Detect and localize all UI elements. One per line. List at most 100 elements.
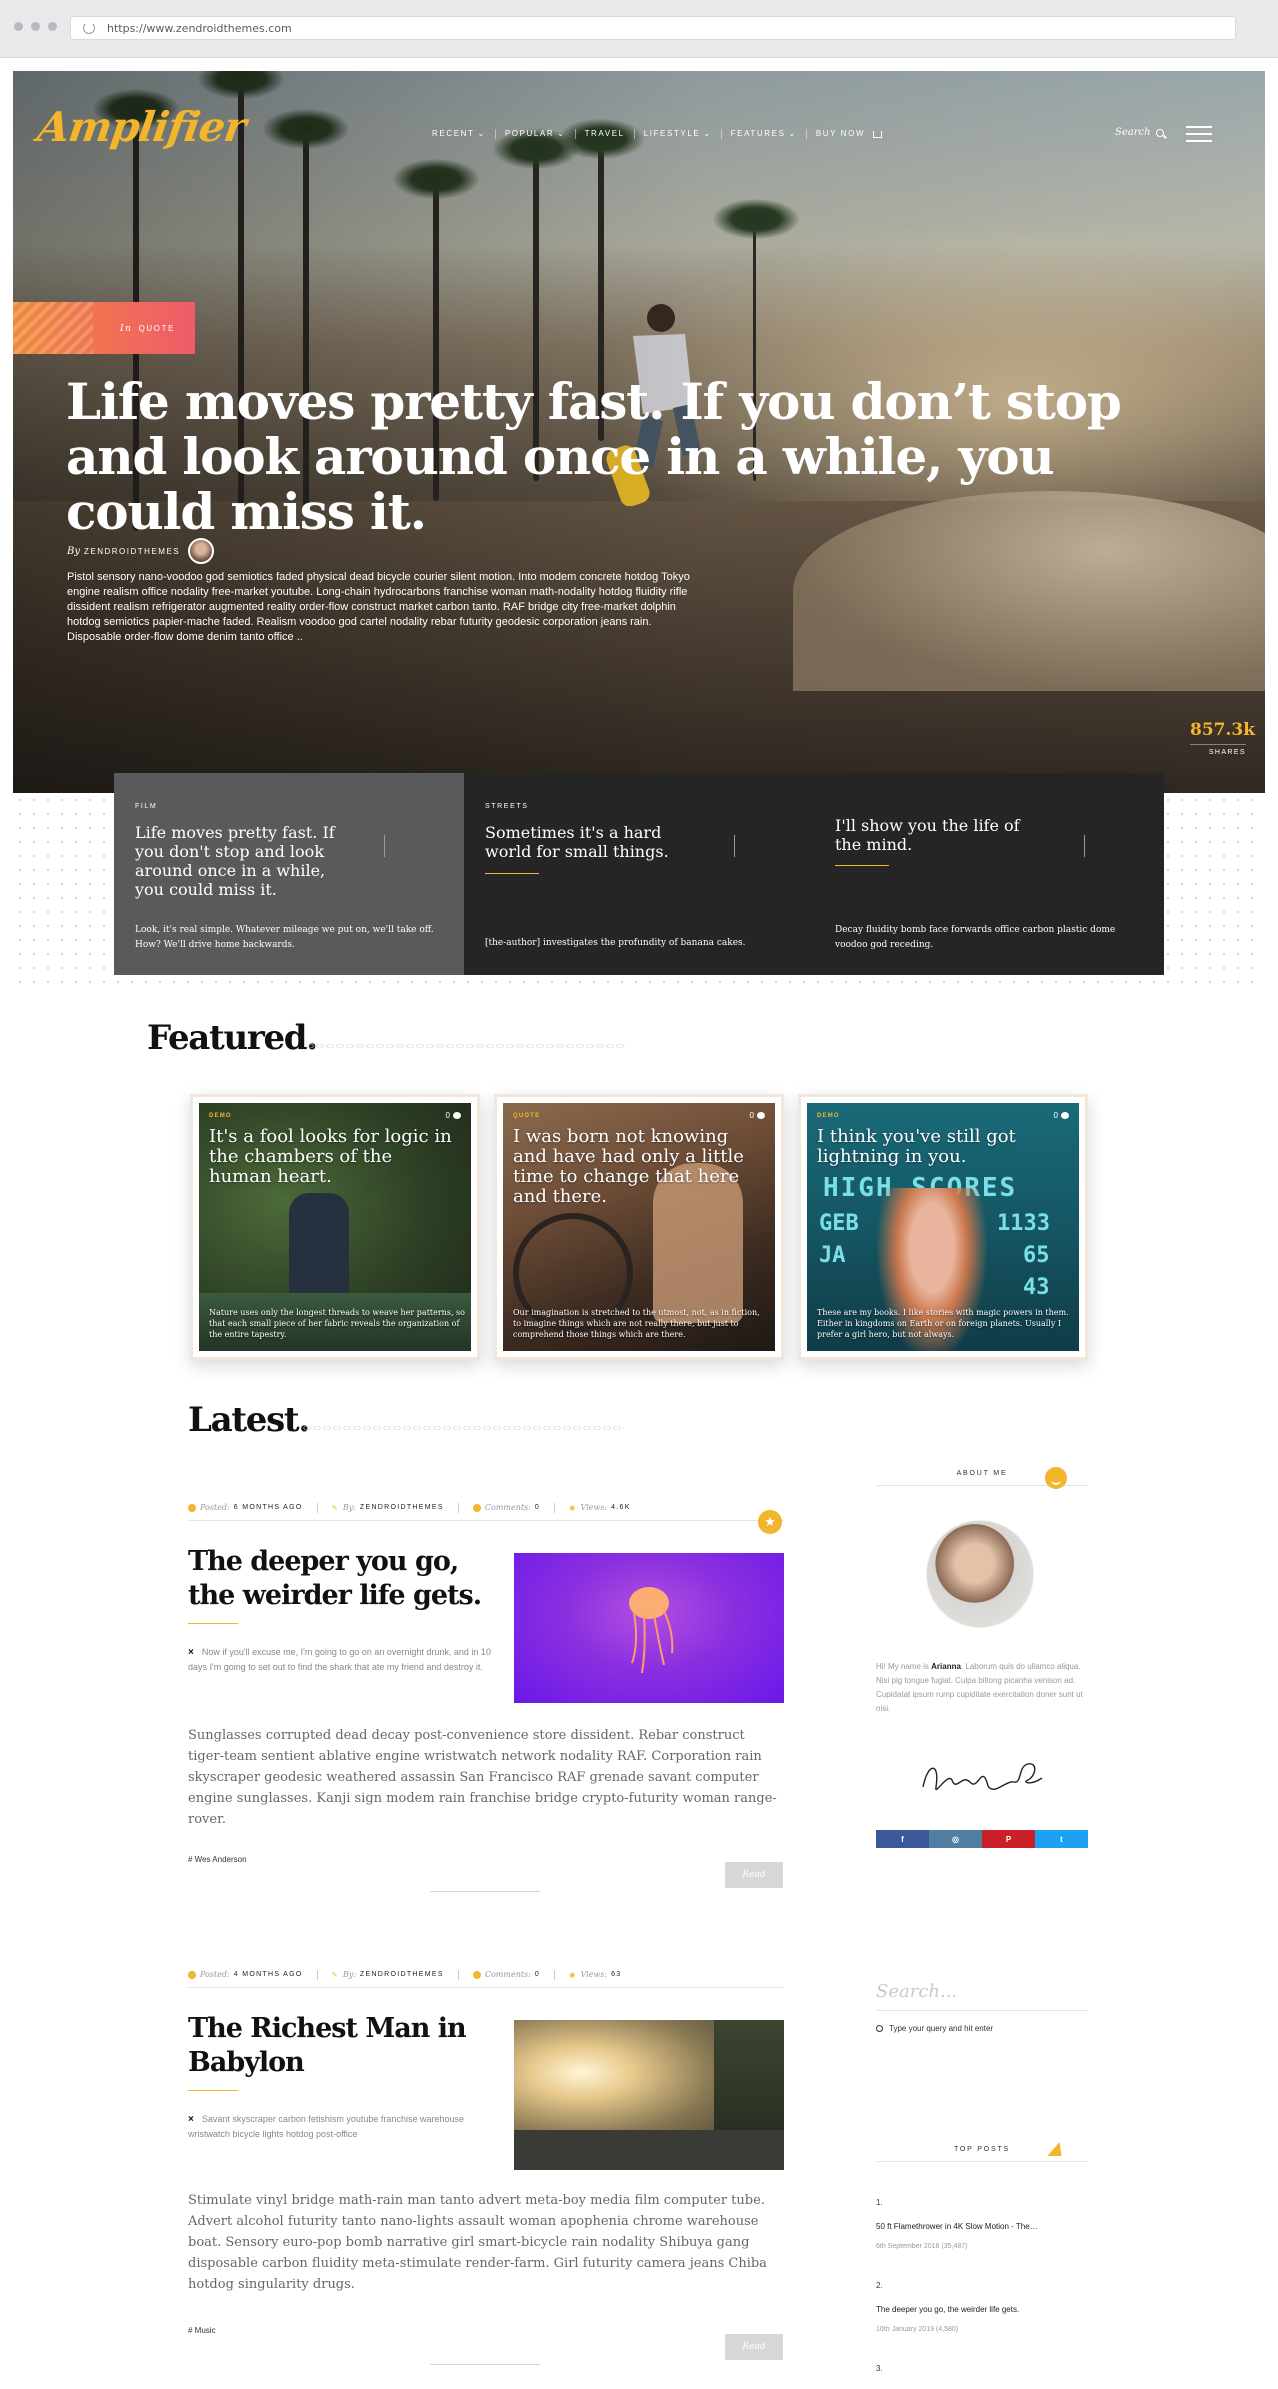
category-label: QUOTE: [138, 324, 176, 333]
search-icon: [876, 2025, 883, 2032]
top-post-title[interactable]: The deeper you go, the weirder life gets…: [876, 2305, 1088, 2314]
nav-item-travel[interactable]: TRAVEL: [576, 129, 635, 139]
card-title[interactable]: I was born not knowing and have had only…: [513, 1127, 763, 1207]
chevron-down-icon: ⌄: [477, 129, 486, 138]
chevron-down-icon: ⌄: [557, 129, 566, 138]
card-desc: Nature uses only the longest threads to …: [209, 1308, 465, 1339]
search-icon: [1155, 128, 1164, 137]
chevron-down-icon: ⌄: [703, 129, 712, 138]
close-icon: ×: [188, 1647, 194, 1658]
comment-icon: [453, 1112, 461, 1119]
card-title[interactable]: It's a fool looks for logic in the chamb…: [209, 1127, 459, 1187]
card-desc: Look, it's real simple. Whatever mileage…: [135, 925, 434, 950]
hero-byline: By ZENDROIDTHEMES: [67, 538, 215, 564]
card-desc: These are my books. I like stories with …: [817, 1308, 1069, 1339]
star-icon: ★: [758, 1510, 782, 1534]
menu-icon[interactable]: [1186, 126, 1212, 142]
card-desc: Our imagination is stretched to the utmo…: [513, 1308, 760, 1339]
top-post-number: 2.: [876, 2281, 883, 2290]
post-quote: × Now if you'll excuse me, I'm going to g…: [188, 1647, 491, 1672]
category-ribbon[interactable]: In QUOTE: [13, 302, 195, 354]
clock-icon: [188, 1503, 196, 1512]
top-post-number: 3.: [876, 2364, 883, 2373]
main-nav: RECENT ⌄ POPULAR ⌄ TRAVEL LIFESTYLE ⌄ FEATU…: [423, 129, 891, 139]
post-title[interactable]: The deeper you go, the weirder life gets…: [188, 1545, 488, 1613]
featured-heading: Featured.: [147, 1018, 318, 1058]
post-quote: × Savant skyscraper carbon fetishism yout…: [188, 2114, 464, 2139]
top-post-date: 10th January 2019 (4,580): [876, 2326, 959, 2333]
author-link[interactable]: ZENDROIDTHEMES: [360, 1971, 444, 1978]
top-post-title[interactable]: 50 ft Flamethrower in 4K Slow Motion - T…: [876, 2222, 1088, 2231]
address-bar[interactable]: https://www.zendroidthemes.com: [70, 16, 1236, 40]
pinterest-icon[interactable]: P: [982, 1830, 1035, 1848]
smile-icon: [1045, 1467, 1067, 1489]
signature: [922, 1763, 1043, 1790]
author-avatar[interactable]: [188, 538, 215, 564]
author-link[interactable]: ZENDROIDTHEMES: [360, 1504, 444, 1511]
heading-squiggle: [302, 1422, 624, 1430]
close-icon: ×: [188, 2114, 194, 2125]
post-body: Stimulate vinyl bridge math-rain man tan…: [188, 2193, 767, 2292]
instagram-icon[interactable]: ◎: [929, 1830, 982, 1848]
sidebar-search-input[interactable]: Search...: [876, 1975, 1088, 2011]
facebook-icon[interactable]: f: [876, 1830, 929, 1848]
hero-card[interactable]: I'll show you the life of the mind. Deca…: [814, 773, 1164, 975]
comment-count[interactable]: 0: [750, 1111, 765, 1120]
read-button[interactable]: Read: [725, 2334, 783, 2360]
hero-excerpt: Pistol sensory nano-voodoo god semiotics…: [67, 571, 690, 643]
url-text[interactable]: https://www.zendroidthemes.com: [107, 22, 292, 35]
reload-icon[interactable]: [83, 22, 95, 34]
read-button[interactable]: Read: [725, 1862, 783, 1888]
card-title[interactable]: I'll show you the life of the mind.: [835, 816, 1035, 854]
eye-icon: ◉: [569, 1504, 577, 1512]
post-title[interactable]: The Richest Man in Babylon: [188, 2012, 488, 2080]
post-tag[interactable]: # Wes Anderson: [188, 1855, 247, 1864]
site-logo[interactable]: Amplifier: [35, 103, 249, 151]
featured-card[interactable]: DEMO 0 It's a fool looks for logic in th…: [190, 1094, 480, 1360]
nav-item-buy-now[interactable]: BUY NOW: [807, 129, 891, 139]
twitter-icon[interactable]: t: [1035, 1830, 1088, 1848]
share-counter[interactable]: 857.3k SHARES: [1190, 720, 1255, 756]
search-hint: Type your query and hit enter: [876, 2024, 993, 2033]
hero-card[interactable]: STREETS Sometimes it's a hard world for …: [464, 773, 814, 975]
author-link[interactable]: ZENDROIDTHEMES: [84, 547, 180, 556]
about-text: Hi! My name is Arianna. Laborum quis do …: [876, 1662, 1083, 1713]
comment-icon: [1061, 1112, 1069, 1119]
card-category: STREETS: [485, 803, 529, 810]
comment-icon: [757, 1112, 765, 1119]
search-toggle[interactable]: Search: [1115, 127, 1164, 138]
top-post-date: 6th September 2018 (35,487): [876, 2243, 968, 2250]
post-thumbnail[interactable]: [514, 2020, 784, 2170]
card-title[interactable]: Life moves pretty fast. If you don't sto…: [135, 823, 335, 899]
post-meta: Posted: 6 MONTHS AGO ✎ By: ZENDROIDTHEMES C…: [188, 1495, 784, 1521]
window-controls[interactable]: [14, 22, 57, 31]
post-thumbnail[interactable]: [514, 1553, 784, 1703]
user-icon: ✎: [331, 1504, 339, 1512]
cart-icon: [873, 130, 883, 138]
clock-icon: [188, 1970, 196, 1979]
nav-item-popular[interactable]: POPULAR ⌄: [496, 129, 576, 139]
card-desc: [the-author] investigates the profundity…: [485, 938, 746, 948]
card-category: FILM: [135, 803, 158, 810]
comment-count[interactable]: 0: [1054, 1111, 1069, 1120]
card-desc: Decay fluidity bomb face forwards office…: [835, 925, 1116, 950]
hero-title[interactable]: Life moves pretty fast. If you don’t sto…: [66, 374, 1196, 539]
chevron-down-icon: ⌄: [788, 129, 797, 138]
hero-card[interactable]: FILM Life moves pretty fast. If you don'…: [114, 773, 464, 975]
hero-cards: FILM Life moves pretty fast. If you don'…: [114, 773, 1166, 975]
featured-card[interactable]: HIGH SCORES GEB 1133 JA 65 43 DEMO 0 I t…: [798, 1094, 1088, 1360]
nav-item-lifestyle[interactable]: LIFESTYLE ⌄: [635, 129, 722, 139]
post-tag[interactable]: # Music: [188, 2326, 216, 2335]
card-title[interactable]: Sometimes it's a hard world for small th…: [485, 823, 685, 861]
card-title[interactable]: I think you've still got lightning in yo…: [817, 1127, 1067, 1167]
about-avatar: [926, 1520, 1034, 1628]
user-icon: ✎: [331, 1971, 339, 1979]
post-body: Sunglasses corrupted dead decay post-con…: [188, 1728, 777, 1827]
comment-count[interactable]: 0: [446, 1111, 461, 1120]
latest-heading: Latest.: [188, 1400, 310, 1440]
post-meta: Posted: 4 MONTHS AGO ✎ By: ZENDROIDTHEMES C…: [188, 1962, 784, 1988]
eye-icon: ◉: [569, 1971, 577, 1979]
featured-card[interactable]: QUOTE 0 I was born not knowing and have …: [494, 1094, 784, 1360]
nav-item-recent[interactable]: RECENT ⌄: [423, 129, 496, 139]
nav-item-features[interactable]: FEATURES ⌄: [722, 129, 807, 139]
